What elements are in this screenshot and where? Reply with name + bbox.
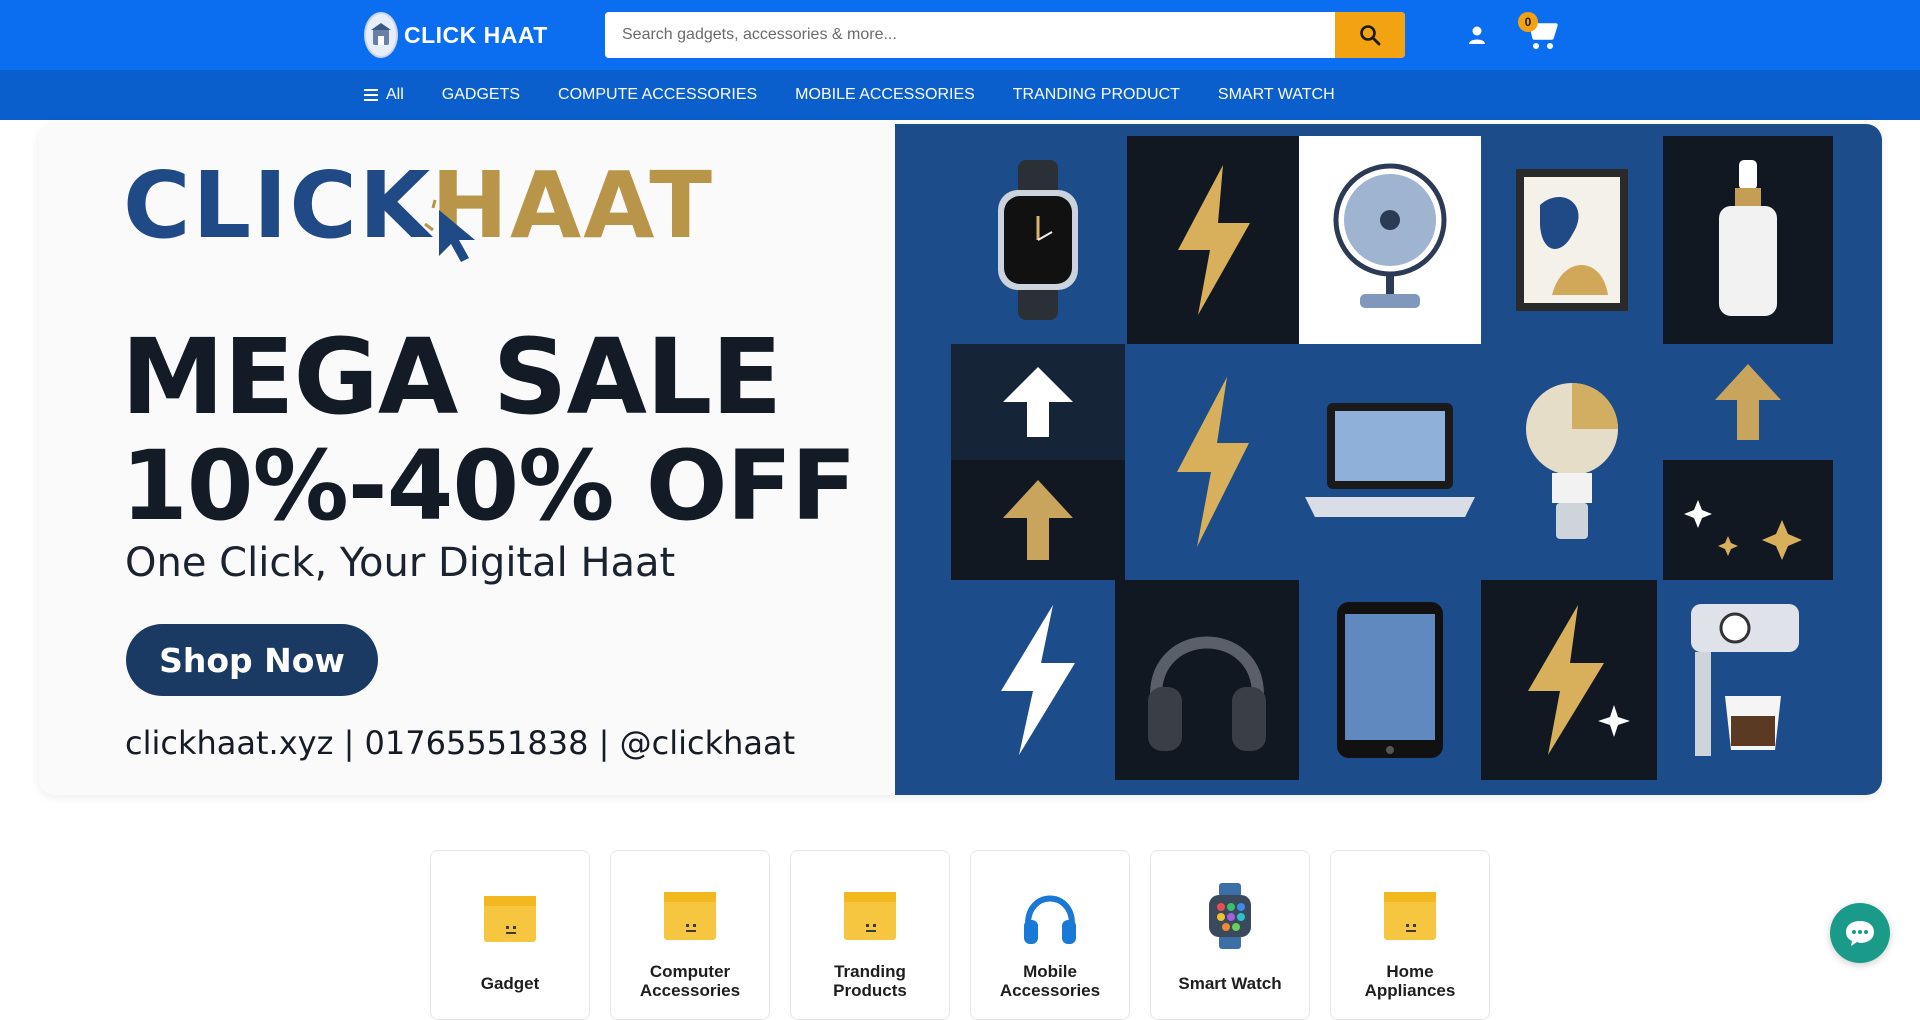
cart-count-badge: 0	[1518, 12, 1538, 32]
box-icon	[840, 885, 900, 947]
nav-all[interactable]: All	[364, 86, 404, 104]
category-nav: All GADGETS COMPUTE ACCESSORIES MOBILE A…	[0, 70, 1920, 120]
lightning-icon	[1001, 605, 1075, 755]
logo-text: CLICK HAAT	[404, 21, 548, 48]
tile-tablet	[1299, 580, 1481, 780]
tile-bottle	[1663, 136, 1833, 344]
lightning-icon	[1178, 165, 1250, 315]
bottle-icon	[1719, 160, 1777, 316]
cursor-icon	[424, 196, 475, 262]
tile-coffee	[1657, 580, 1833, 780]
tile-laptop	[1299, 344, 1481, 580]
hero-brand-click: CLICK	[123, 152, 433, 259]
light-bulb-icon	[1526, 383, 1618, 539]
menu-icon	[364, 89, 378, 101]
tile-frame	[1481, 136, 1663, 344]
tile-watch	[951, 136, 1125, 344]
picture-frame-icon	[1516, 169, 1628, 311]
chat-icon	[1846, 921, 1874, 946]
hero-banner[interactable]: CLICK HAAT MEGA SALE 10%-40% OFF One Cli…	[39, 124, 1882, 795]
tile-bolt-2	[1125, 344, 1299, 580]
search-button[interactable]	[1335, 12, 1405, 58]
lightning-icon	[1177, 377, 1249, 547]
category-label: Smart Watch	[1178, 974, 1282, 993]
hero-headline: MEGA SALE	[121, 316, 782, 438]
headphones-icon	[1148, 636, 1266, 751]
category-card-mobile-accessories[interactable]: Mobile Accessories	[970, 850, 1130, 1020]
nav-item-mobile-accessories[interactable]: MOBILE ACCESSORIES	[795, 86, 975, 104]
tile-arrow-up-gold-2	[1663, 344, 1833, 460]
search-bar	[605, 12, 1405, 58]
user-icon[interactable]	[1466, 24, 1488, 46]
arrow-up-icon	[1715, 364, 1781, 440]
tile-bolt-sparkle	[1481, 580, 1657, 780]
nav-item-smart-watch[interactable]: SMART WATCH	[1218, 86, 1335, 104]
lightning-icon	[1528, 605, 1630, 755]
tile-bolt-white	[951, 580, 1125, 780]
category-label: Tranding Products	[833, 962, 907, 1000]
search-icon	[1360, 25, 1381, 46]
tablet-icon	[1337, 602, 1443, 758]
nav-item-tranding-product[interactable]: TRANDING PRODUCT	[1013, 86, 1180, 104]
nav-item-gadgets[interactable]: GADGETS	[442, 86, 520, 104]
tile-arrow-up-white	[951, 344, 1125, 460]
nav-item-compute-accessories[interactable]: COMPUTE ACCESSORIES	[558, 86, 757, 104]
shop-now-button[interactable]: Shop Now	[126, 624, 378, 696]
laptop-icon	[1305, 403, 1475, 517]
sparkle-icon	[1684, 500, 1802, 560]
top-header: CLICK HAAT 0	[0, 0, 1920, 70]
arrow-up-icon	[1003, 367, 1073, 437]
headphones-icon	[1020, 885, 1080, 947]
smartwatch-icon	[998, 160, 1078, 320]
site-logo[interactable]: CLICK HAAT	[364, 12, 547, 58]
hero-product-grid	[895, 124, 1882, 795]
hero-tagline: One Click, Your Digital Haat	[125, 540, 676, 586]
hero-contact: clickhaat.xyz | 01765551838 | @clickhaat	[125, 724, 796, 762]
coffee-machine-icon	[1691, 604, 1799, 756]
search-input[interactable]	[605, 12, 1335, 58]
category-card-smart-watch[interactable]: Smart Watch	[1150, 850, 1310, 1020]
category-label: Home Appliances	[1364, 962, 1456, 1000]
hero-discount: 10%-40% OFF	[121, 430, 857, 542]
nav-all-label: All	[386, 86, 404, 103]
category-card-home-appliances[interactable]: Home Appliances	[1330, 850, 1490, 1020]
category-card-tranding-products[interactable]: Tranding Products	[790, 850, 950, 1020]
box-icon	[480, 885, 540, 947]
category-label: Computer Accessories	[639, 962, 741, 1000]
tile-headphones	[1115, 580, 1299, 780]
category-cards: Gadget Computer Accessories Tranding Pro…	[430, 850, 1490, 1020]
category-card-computer-accessories[interactable]: Computer Accessories	[610, 850, 770, 1020]
smartwatch-icon	[1200, 883, 1260, 949]
hero-text-panel: CLICK HAAT MEGA SALE 10%-40% OFF One Cli…	[39, 124, 895, 795]
tile-bolt-1	[1127, 136, 1299, 344]
logo-badge-icon	[364, 12, 398, 58]
tile-bulb	[1481, 344, 1663, 580]
tile-sparkles-1	[1663, 460, 1833, 580]
tile-fan	[1299, 136, 1481, 344]
nav-menu: All GADGETS COMPUTE ACCESSORIES MOBILE A…	[364, 70, 1335, 120]
box-icon	[660, 885, 720, 947]
box-icon	[1380, 885, 1440, 947]
category-label: Mobile Accessories	[999, 962, 1101, 1000]
category-card-gadget[interactable]: Gadget	[430, 850, 590, 1020]
fan-icon	[1333, 163, 1447, 308]
category-label: Gadget	[480, 974, 540, 993]
tile-arrow-up-gold	[951, 460, 1125, 580]
chat-button[interactable]	[1830, 903, 1890, 963]
arrow-up-icon	[1003, 480, 1073, 560]
